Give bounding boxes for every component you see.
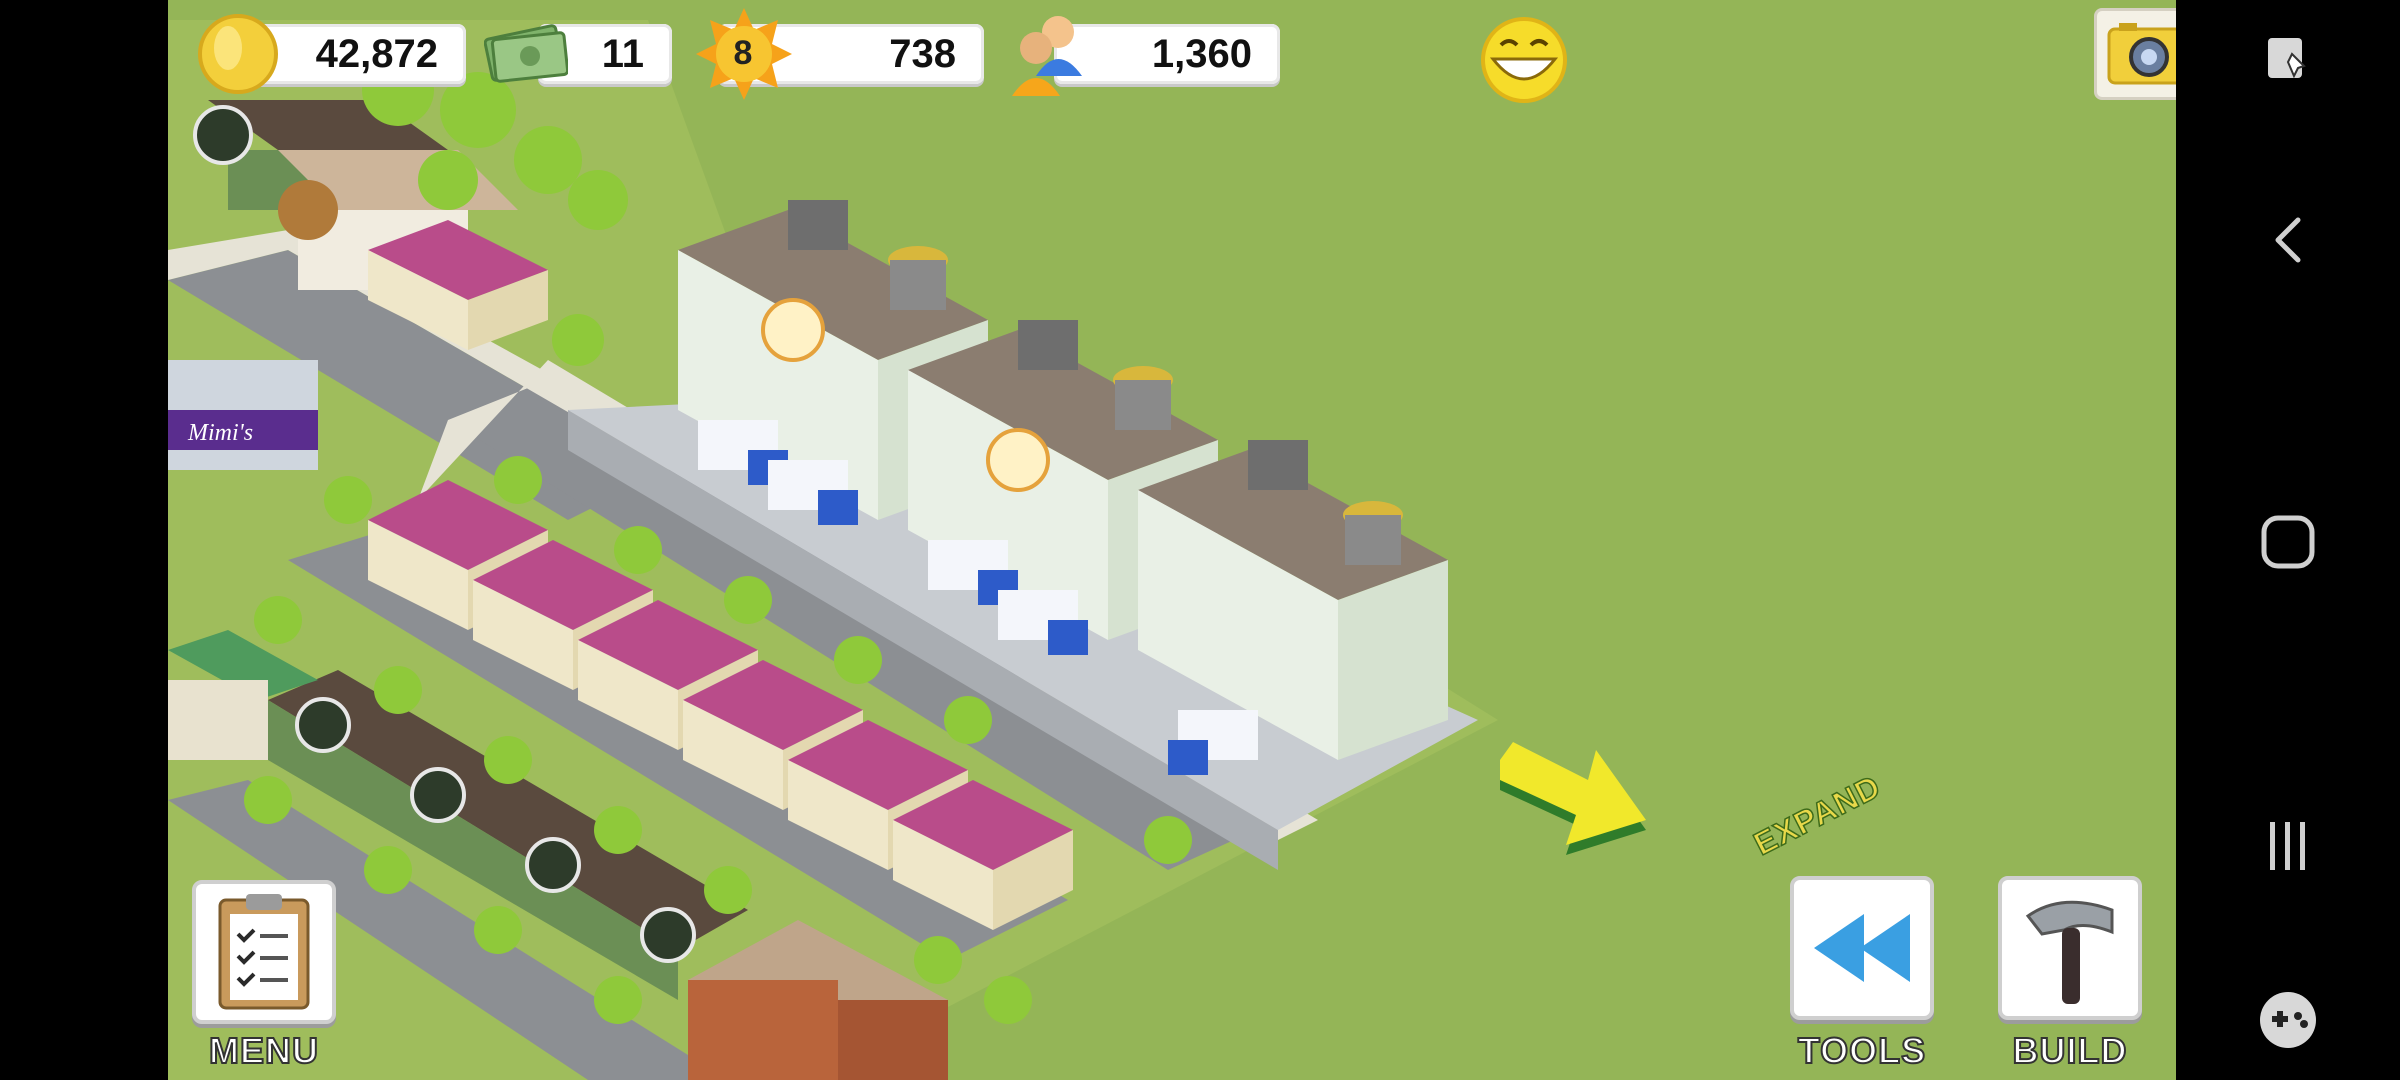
- screenshot-edit-button[interactable]: [2248, 18, 2328, 98]
- menu-label[interactable]: MENU: [168, 1029, 364, 1072]
- hammer-icon: [2025, 900, 2114, 1004]
- game-viewport[interactable]: Mimi's EXPAND 42,872 11 738 8 1,360 MENU…: [168, 0, 2176, 1080]
- back-button[interactable]: [2248, 200, 2328, 280]
- mimis-sign: Mimi's: [187, 420, 253, 446]
- menu-button[interactable]: [192, 880, 336, 1024]
- expand-arrow-icon[interactable]: [1500, 742, 1646, 855]
- clipboard-icon: [218, 894, 310, 1010]
- screen-edit-icon: [2268, 38, 2306, 79]
- tools-label[interactable]: TOOLS: [1762, 1029, 1962, 1072]
- tools-button[interactable]: [1790, 876, 1934, 1020]
- mimis-shop[interactable]: Mimi's: [168, 360, 318, 470]
- recents-icon: [2270, 822, 2305, 870]
- back-icon: [2275, 217, 2301, 263]
- level-value: 8: [733, 34, 753, 72]
- population-value: 1,360: [1151, 31, 1252, 76]
- recents-button[interactable]: [2248, 806, 2328, 886]
- system-navigation-bar: [2176, 0, 2400, 1080]
- build-label[interactable]: BUILD: [1970, 1029, 2170, 1072]
- gamepad-icon: [2260, 992, 2316, 1048]
- game-tools-button[interactable]: [2248, 980, 2328, 1060]
- home-button[interactable]: [2248, 502, 2328, 582]
- gold-coin-icon: [198, 14, 278, 94]
- home-icon: [2261, 515, 2315, 569]
- population-icon: [1012, 16, 1082, 96]
- camera-button[interactable]: [2094, 8, 2176, 100]
- coins-value: 42,872: [315, 31, 438, 76]
- letterbox-left: [0, 0, 168, 1080]
- cash-value: 11: [601, 31, 644, 76]
- xp-value: 738: [889, 31, 956, 76]
- rewind-icon: [1814, 914, 1910, 982]
- build-button[interactable]: [1998, 876, 2142, 1020]
- smiley-face-icon[interactable]: [1479, 15, 1569, 105]
- camera-icon: [2107, 23, 2176, 85]
- cash-bills-icon: [484, 24, 568, 83]
